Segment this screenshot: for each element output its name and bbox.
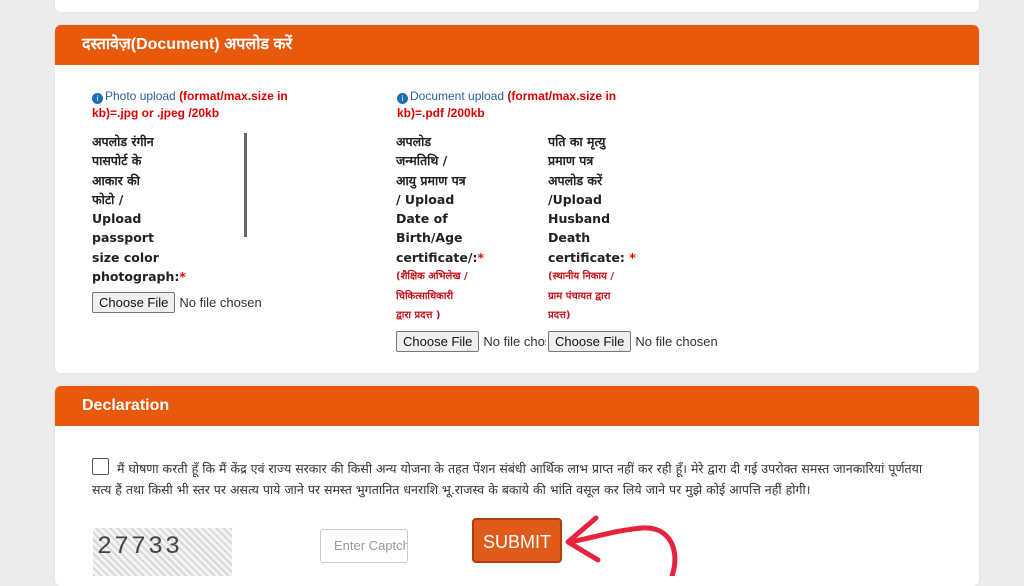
- info-icon: i: [92, 93, 103, 104]
- photo-upload-label: अपलोड रंगीन पासपोर्ट के आकार की फोटो / U…: [92, 134, 186, 285]
- document-upload-group: i Document upload (format/max.size in kb)…: [397, 88, 637, 122]
- submit-button[interactable]: SUBMIT: [472, 518, 562, 563]
- document-upload-title: i Document upload (format/max.size in kb)…: [397, 89, 617, 120]
- declaration-checkbox[interactable]: [92, 458, 109, 475]
- dob-note: (शैक्षिक अभिलेख / चिकित्साधिकारी द्वारा …: [396, 271, 468, 322]
- declaration-statement: मैं घोषणा करती हूँ कि मैं केंद्र एवं राज…: [92, 458, 942, 500]
- death-cert-note: (स्थानीय निकाय / ग्राम पंचायत द्वारा प्र…: [548, 271, 615, 322]
- death-cert-choose-file-button[interactable]: Choose File: [548, 331, 632, 352]
- photo-file-input[interactable]: Choose File No file chosen: [92, 292, 262, 313]
- captcha-input[interactable]: Enter Captcha: [320, 529, 408, 563]
- photo-choose-file-button[interactable]: Choose File: [92, 292, 176, 313]
- death-cert-upload-label: पति का मृत्यु प्रमाण पत्र अपलोड करें /Up…: [548, 132, 693, 326]
- photo-upload-title: i Photo upload (format/max.size in kb)=.j…: [92, 89, 288, 120]
- label-scrollbar[interactable]: [244, 133, 247, 237]
- dob-choose-file-button[interactable]: Choose File: [396, 331, 480, 352]
- captcha-image: 27733: [93, 528, 232, 576]
- declaration-text: मैं घोषणा करती हूँ कि मैं केंद्र एवं राज…: [92, 461, 923, 497]
- declaration-header: Declaration: [55, 386, 979, 426]
- death-cert-file-status: No file chosen: [635, 334, 718, 349]
- required-mark: *: [477, 249, 484, 265]
- required-mark: *: [629, 249, 636, 265]
- photo-upload-group: i Photo upload (format/max.size in kb)=.j…: [92, 88, 307, 122]
- previous-section-card: [55, 0, 979, 12]
- dob-file-status: No file chosen: [483, 334, 546, 349]
- dob-upload-label: अपलोड जन्मतिथि / आयु प्रमाण पत्र / Uploa…: [396, 132, 541, 326]
- required-mark: *: [179, 269, 186, 285]
- death-cert-file-input[interactable]: Choose File No file chosen: [548, 331, 718, 352]
- photo-file-status: No file chosen: [179, 295, 262, 310]
- pointer-arrow-icon: [565, 515, 678, 576]
- info-icon: i: [397, 93, 408, 104]
- dob-file-input[interactable]: Choose FileNo file chosen: [396, 331, 546, 352]
- document-section-header: दस्तावेज़(Document) अपलोड करें: [55, 25, 979, 65]
